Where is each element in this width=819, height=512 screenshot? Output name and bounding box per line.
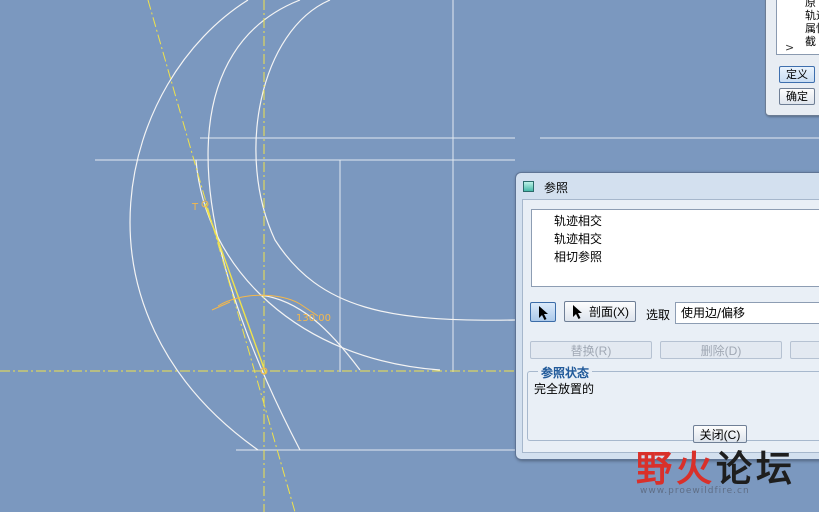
dialog-app-icon [523, 181, 534, 192]
list-item[interactable]: 轨迹相交 [532, 230, 819, 248]
replace-button[interactable]: 替换(R) [530, 341, 652, 359]
define-button[interactable]: 定义 [779, 66, 815, 83]
tangent-line [204, 203, 267, 375]
status-value: 完全放置的 [534, 382, 595, 396]
cursor-arrow-icon [573, 305, 582, 319]
expand-chevron-icon[interactable]: > [785, 41, 794, 54]
watermark-char-2: 火 [676, 448, 717, 490]
inner-arc-left [207, 0, 301, 451]
list-item[interactable]: 轨迹相交 [532, 212, 819, 230]
outer-arc [129, 0, 259, 451]
list-item[interactable]: 原 [777, 0, 819, 9]
ok-button[interactable]: 确定 [779, 88, 815, 105]
watermark-char-1: 野 [636, 448, 677, 490]
list-item[interactable]: 截 [777, 35, 819, 48]
cursor-arrow-icon [539, 306, 548, 320]
list-item[interactable]: 属性 [777, 22, 819, 35]
status-label: 参照状态 [538, 364, 593, 381]
dimension-label[interactable]: 130.00 [296, 313, 331, 324]
watermark-logo: 野火论坛 www.proewildfire.cn [636, 440, 816, 506]
section-button-label: 剖面(X) [589, 305, 629, 319]
dialog-title: 参照 [544, 181, 569, 195]
select-arrow-button[interactable] [530, 302, 556, 322]
select-label: 选取 [646, 308, 671, 322]
dashboard-panel: 原 轨迹 属性 截 > 定义 确定 [765, 0, 819, 116]
list-item[interactable]: 相切参照 [532, 248, 819, 266]
references-list: 轨迹相交 轨迹相交 相切参照 [531, 209, 819, 287]
watermark-url: www.proewildfire.cn [640, 486, 750, 496]
vertex-label: T [191, 202, 199, 213]
extra-button[interactable] [790, 341, 819, 359]
reference-status-group: 参照状态 完全放置的 [527, 364, 819, 441]
watermark-char-3: 论坛 [716, 448, 797, 490]
select-dropdown[interactable]: 使用边/偏移 [675, 302, 819, 324]
dashboard-list: 原 轨迹 属性 截 > [776, 0, 819, 55]
angle-arc [217, 294, 301, 307]
section-button[interactable]: 剖面(X) [564, 301, 636, 322]
dialog-titlebar[interactable]: 参照 [516, 173, 819, 199]
delete-button[interactable]: 删除(D) [660, 341, 782, 359]
references-dialog: 参照 轨迹相交 轨迹相交 相切参照 剖面(X) 选取 使用边/偏移 替换(R) … [515, 172, 819, 460]
list-item[interactable]: 轨迹 [777, 9, 819, 22]
dialog-body: 轨迹相交 轨迹相交 相切参照 剖面(X) 选取 使用边/偏移 替换(R) 删除(… [522, 199, 819, 453]
tangent-curve [195, 159, 441, 371]
